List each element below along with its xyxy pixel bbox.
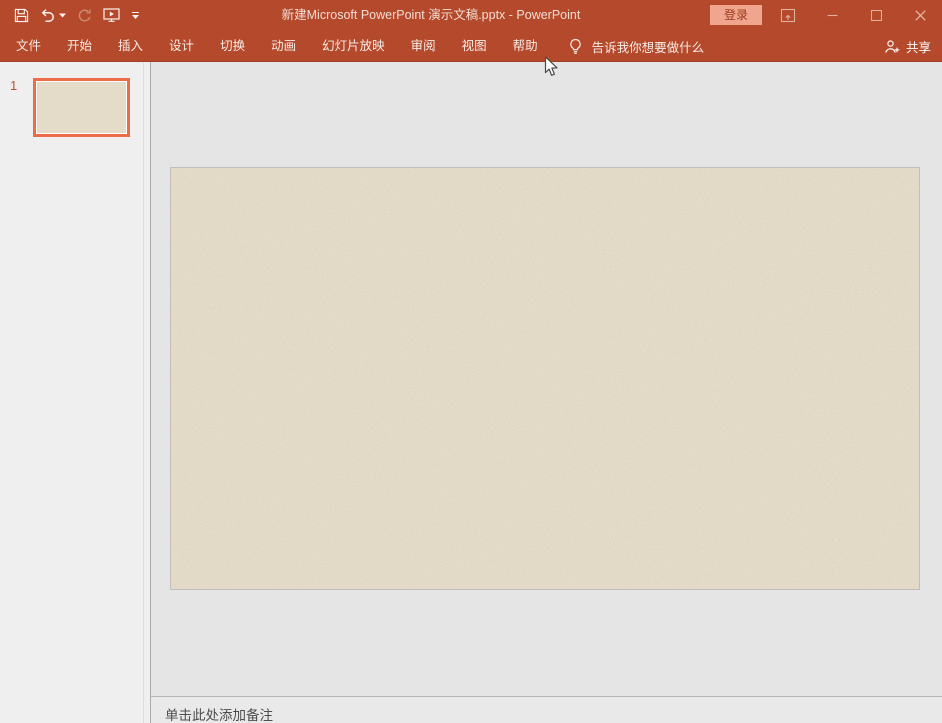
notes-placeholder[interactable]: 单击此处添加备注 — [165, 704, 273, 723]
ribbon-display-options-icon — [780, 8, 796, 23]
tab-home[interactable]: 开始 — [54, 30, 105, 62]
minimize-button[interactable] — [810, 0, 854, 30]
tab-insert[interactable]: 插入 — [105, 30, 156, 62]
tell-me-label: 告诉我你想要做什么 — [592, 37, 705, 56]
slide-thumbnail-1[interactable] — [33, 78, 130, 137]
window-controls — [766, 0, 942, 30]
share-button[interactable]: 共享 — [884, 37, 931, 56]
tab-review[interactable]: 审阅 — [398, 30, 449, 62]
share-label: 共享 — [906, 37, 931, 56]
tell-me-search[interactable]: 告诉我你想要做什么 — [568, 37, 705, 56]
close-icon — [915, 10, 926, 21]
close-button[interactable] — [898, 0, 942, 30]
main-area: 1 单击此处添加备注 — [0, 62, 942, 723]
share-person-icon — [884, 39, 901, 54]
maximize-button[interactable] — [854, 0, 898, 30]
tab-view[interactable]: 视图 — [449, 30, 500, 62]
tab-animations[interactable]: 动画 — [258, 30, 309, 62]
undo-dropdown-icon[interactable] — [59, 13, 66, 18]
tab-transitions[interactable]: 切换 — [207, 30, 258, 62]
redo-button[interactable] — [77, 4, 92, 26]
powerpoint-window: 新建Microsoft PowerPoint 演示文稿.pptx - Power… — [0, 0, 942, 723]
customize-quick-access-button[interactable] — [132, 12, 139, 19]
save-button[interactable] — [14, 4, 29, 26]
ribbon-tabs: 文件 开始 插入 设计 切换 动画 幻灯片放映 审阅 视图 帮助 — [0, 30, 551, 62]
window-title: 新建Microsoft PowerPoint 演示文稿.pptx - Power… — [170, 0, 692, 30]
save-icon — [14, 8, 29, 23]
customize-qat-icon — [132, 12, 139, 13]
tab-help[interactable]: 帮助 — [500, 30, 551, 62]
minimize-icon — [827, 10, 838, 21]
tab-file[interactable]: 文件 — [3, 30, 54, 62]
start-slideshow-icon — [103, 7, 121, 23]
ribbon-tab-row: 文件 开始 插入 设计 切换 动画 幻灯片放映 审阅 视图 帮助 告诉我你想要做… — [0, 30, 942, 62]
notes-pane[interactable]: 单击此处添加备注 — [151, 696, 942, 723]
slide-number: 1 — [10, 78, 17, 93]
redo-icon — [77, 8, 92, 23]
undo-split-button[interactable] — [40, 8, 66, 23]
title-bar: 新建Microsoft PowerPoint 演示文稿.pptx - Power… — [0, 0, 942, 30]
slide-editor-pane: 单击此处添加备注 — [151, 62, 942, 723]
chevron-down-icon — [132, 15, 139, 19]
maximize-icon — [871, 10, 882, 21]
slide-canvas[interactable] — [170, 167, 920, 590]
thumbnail-panel-gutter — [143, 62, 144, 723]
quick-access-toolbar — [14, 0, 139, 30]
start-slideshow-button[interactable] — [103, 4, 121, 26]
undo-icon — [40, 8, 56, 23]
ribbon-display-options-button[interactable] — [766, 0, 810, 30]
lightbulb-icon — [568, 38, 583, 55]
sign-in-button[interactable]: 登录 — [710, 5, 762, 25]
tab-slideshow[interactable]: 幻灯片放映 — [309, 30, 398, 62]
slide-thumbnail-panel: 1 — [0, 62, 150, 723]
tab-design[interactable]: 设计 — [156, 30, 207, 62]
slide-paper-texture — [171, 168, 919, 589]
